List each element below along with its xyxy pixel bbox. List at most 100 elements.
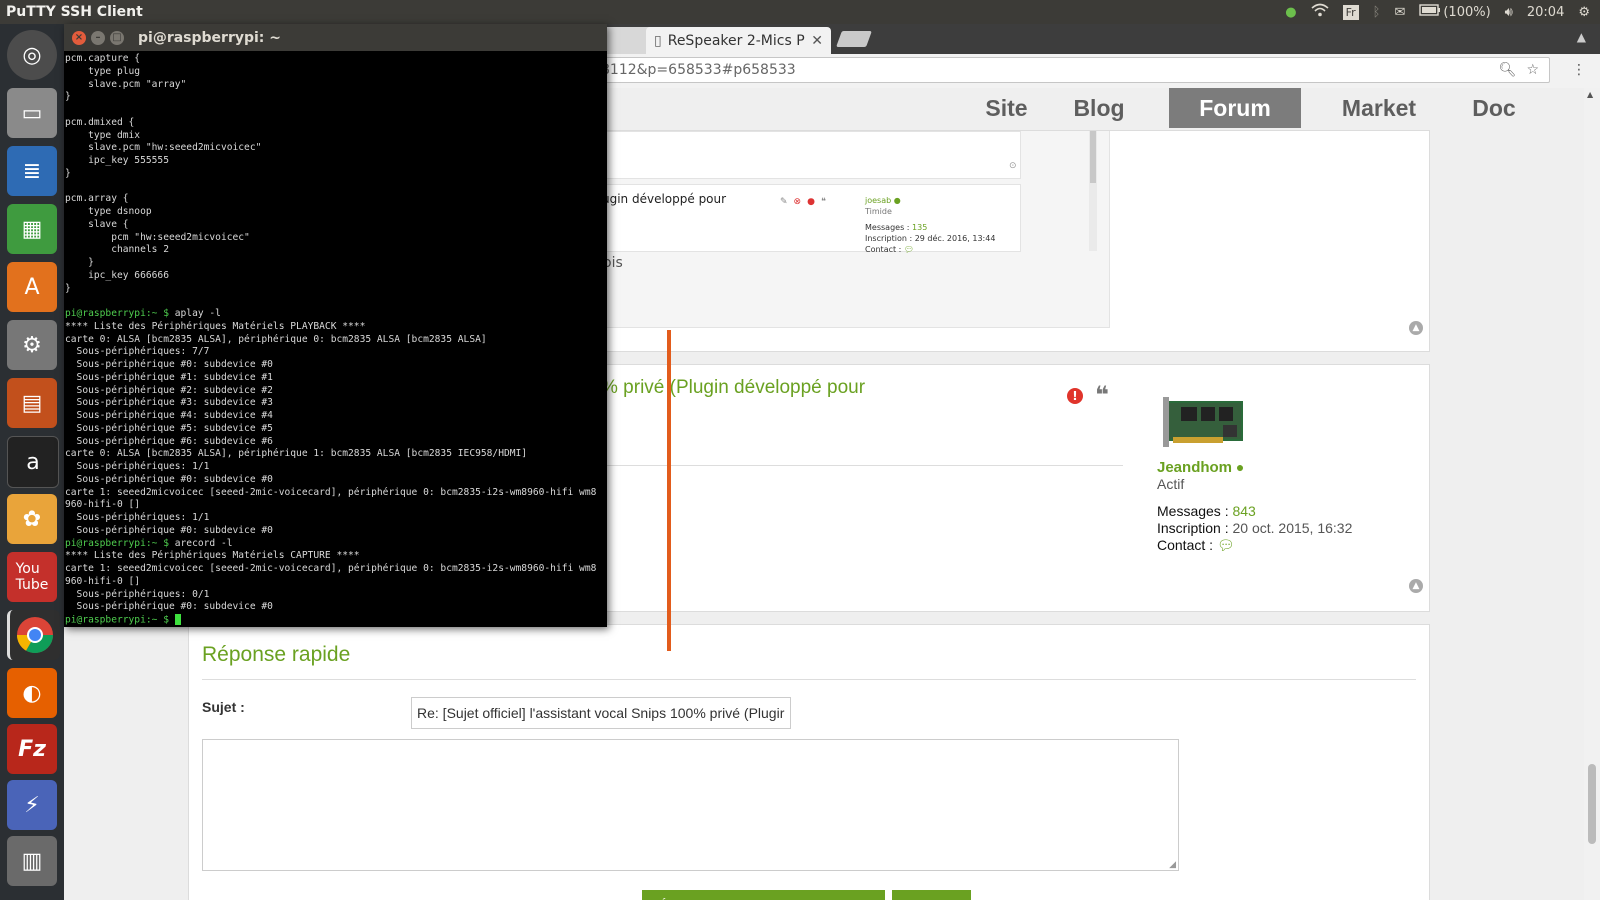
firefox-icon[interactable]: ◐ (7, 668, 57, 718)
close-icon[interactable]: × (72, 30, 86, 45)
filezilla-icon[interactable]: Fz (7, 724, 57, 774)
putty-icon[interactable]: ⚡ (7, 780, 57, 830)
terminal-text: Sous-périphérique #5: subdevice #5 (65, 422, 273, 434)
calc-icon[interactable]: ▦ (7, 204, 57, 254)
back-to-top-icon[interactable]: ▲ (1409, 321, 1423, 335)
files-icon[interactable]: ▭ (7, 88, 57, 138)
terminal-text: Sous-périphérique #4: subdevice #4 (65, 410, 273, 421)
terminal-text: type dsnoop (65, 206, 152, 217)
terminal-line: carte 0: ALSA [bcm2835 ALSA], périphériq… (65, 334, 606, 347)
page-scrollbar[interactable]: ▲ (1584, 88, 1600, 900)
scrollbar-thumb[interactable] (1588, 764, 1596, 844)
keyboard-layout-indicator[interactable]: Fr (1342, 4, 1359, 20)
close-icon[interactable]: ✕ (811, 33, 823, 49)
contact-chat-icon[interactable]: 💬︎ (1217, 537, 1235, 553)
report-icon[interactable]: ! (1067, 388, 1083, 404)
advanced-editor-button[interactable]: Éditeur avancé et prévisualisation (642, 890, 885, 900)
send-button[interactable]: Envoyer (892, 890, 971, 900)
terminal-output[interactable]: pcm.capture { type plug slave.pcm "array… (64, 53, 606, 627)
nav-blog[interactable]: Blog (1054, 88, 1144, 128)
tab-respeaker[interactable]: ▯ ReSpeaker 2-Mics P ✕ (646, 27, 831, 54)
mail-icon[interactable]: ✉ (1394, 5, 1405, 20)
terminal-line: **** Liste des Périphériques Matériels P… (65, 321, 606, 334)
terminal-line: ​ (65, 104, 606, 117)
quote-icon[interactable]: ❝ (1095, 381, 1109, 409)
post-username[interactable]: Jeandhom (1157, 459, 1232, 476)
embedded-scrollbar (1089, 131, 1097, 251)
quoted-post-text: ugin développé pour (602, 192, 727, 206)
software-center-icon[interactable]: A (7, 262, 57, 312)
zoom-icon[interactable]: 🔍︎ (1499, 62, 1517, 78)
quoted-username[interactable]: joesab (865, 196, 891, 205)
terminal-line: pi@raspberrypi:~ $ aplay -l (65, 308, 606, 321)
terminal-line: pcm.capture { (65, 53, 606, 66)
bluetooth-icon[interactable]: ᛒ (1373, 5, 1381, 20)
nav-forum[interactable]: Forum (1169, 88, 1301, 128)
back-to-top-icon[interactable]: ▲ (1409, 579, 1423, 593)
message-textarea[interactable]: ◢ (202, 739, 1179, 871)
nav-market[interactable]: Market (1319, 88, 1439, 128)
terminal-line: Sous-périphérique #0: subdevice #0 (65, 474, 606, 487)
dash-home-icon[interactable]: ◎ (7, 30, 57, 80)
terminal-text: arecord -l (168, 537, 233, 549)
battery-icon[interactable] (1419, 4, 1441, 20)
terminal-line: Sous-périphérique #0: subdevice #0 (65, 359, 606, 372)
messages-count[interactable]: 843 (1232, 503, 1255, 519)
resize-handle-icon[interactable]: ◢ (1169, 860, 1176, 870)
subject-input[interactable]: Re: [Sujet officiel] l'assistant vocal S… (411, 697, 791, 729)
terminal-line: **** Liste des Périphériques Matériels C… (65, 550, 606, 563)
terminal-line: slave.pcm "hw:seeed2micvoicec" (65, 142, 606, 155)
terminal-line: Sous-périphérique #6: subdevice #6 (65, 436, 606, 449)
nav-doc[interactable]: Doc (1449, 88, 1539, 128)
writer-icon[interactable]: ≣ (7, 146, 57, 196)
system-settings-icon[interactable]: ⚙ (7, 320, 57, 370)
terminal-text: slave.pcm "array" (65, 78, 187, 90)
terminal-text: Sous-périphériques: 7/7 (65, 346, 210, 358)
menu-icon[interactable]: ⋮ (1572, 62, 1586, 78)
workspaces-icon[interactable]: ▥ (7, 836, 57, 886)
terminal-line: slave.pcm "array" (65, 79, 606, 92)
profile-icon[interactable]: ▲ (1577, 30, 1586, 44)
terminal-line: pi@raspberrypi:~ $ (65, 614, 606, 627)
shell-prompt: pi@raspberrypi:~ $ (65, 537, 169, 549)
terminal-text: channels 2 (65, 244, 169, 256)
impress-icon[interactable]: ▤ (7, 378, 57, 428)
post-title[interactable]: % privé (Plugin développé pour (601, 377, 865, 399)
update-icon[interactable]: ● (1285, 5, 1296, 20)
chrome-icon[interactable] (7, 610, 60, 660)
inscription-label: Inscription : (1157, 520, 1229, 536)
terminal-line: Sous-périphériques: 0/1 (65, 589, 606, 602)
terminal-text: } (65, 91, 71, 103)
terminal-line: } (65, 91, 606, 104)
quoted-post-actions: ✎⊗●❝ (780, 197, 832, 207)
top-panel: PuTTY SSH Client ● Fr ᛒ ✉ (100%) 🔊︎ 20:0… (0, 0, 1600, 24)
amazon-icon[interactable]: a (7, 436, 59, 488)
new-tab-button[interactable] (836, 31, 872, 47)
avatar[interactable] (1163, 393, 1247, 453)
terminal-text: pcm.dmixed { (65, 116, 135, 128)
putty-titlebar[interactable]: × – □ pi@raspberrypi: ~ (64, 24, 607, 51)
terminal-line: 960-hifi-0 [] (65, 576, 606, 589)
terminal-text: Sous-périphérique #0: subdevice #0 (65, 601, 273, 613)
playonlinux-icon[interactable]: ✿ (7, 494, 57, 544)
youtube-icon[interactable]: You Tube (7, 552, 57, 602)
terminal-line: Sous-périphérique #3: subdevice #3 (65, 397, 606, 410)
volume-icon[interactable]: 🔊︎ (1505, 5, 1513, 20)
nav-site[interactable]: Site (964, 88, 1049, 128)
scroll-up-icon[interactable]: ▲ (1587, 90, 1593, 99)
post-divider (601, 465, 1123, 466)
wifi-icon[interactable] (1311, 3, 1329, 21)
address-bar[interactable]: 8112&p=658533#p658533 🔍︎ ☆ (594, 57, 1550, 83)
gear-icon[interactable]: ⚙ (1578, 5, 1590, 20)
expand-icon[interactable]: ⊙ (1009, 161, 1017, 171)
terminal-line: slave { (65, 219, 606, 232)
terminal-line: pcm.dmixed { (65, 117, 606, 130)
terminal-text: slave { (65, 218, 129, 230)
inscription-date: 20 oct. 2015, 16:32 (1232, 520, 1353, 536)
terminal-line: pi@raspberrypi:~ $ arecord -l (65, 538, 606, 551)
maximize-icon[interactable]: □ (110, 30, 124, 45)
minimize-icon[interactable]: – (91, 30, 105, 45)
app-title: PuTTY SSH Client (6, 4, 143, 20)
bookmark-star-icon[interactable]: ☆ (1526, 62, 1539, 78)
clock[interactable]: 20:04 (1527, 5, 1564, 20)
